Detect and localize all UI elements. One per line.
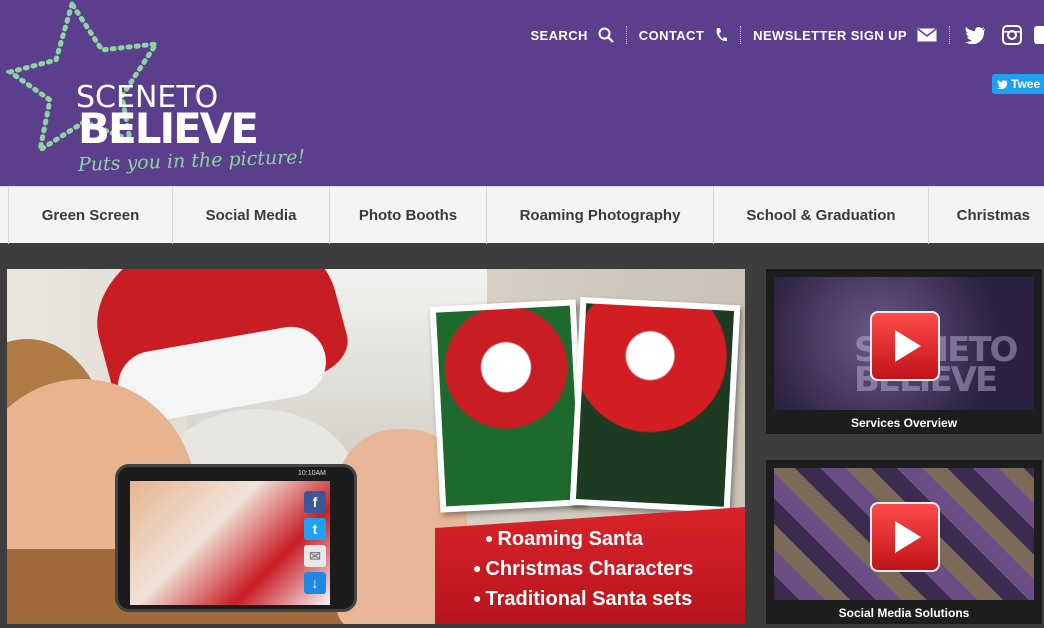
tweet-label: Twee: [1011, 77, 1041, 91]
email-icon: ✉: [304, 545, 326, 567]
services-banner: Roaming Santa Christmas Characters Tradi…: [435, 507, 745, 624]
utility-nav: SEARCH CONTACT NEWSLETTER SIGN UP: [518, 22, 1044, 48]
instagram-link[interactable]: [994, 25, 1030, 45]
instagram-icon: [1002, 25, 1022, 45]
phone-screen: [130, 481, 330, 605]
santa-photo-dog: [569, 296, 741, 514]
twitter-link[interactable]: [950, 26, 994, 44]
service-item: Traditional Santa sets: [473, 585, 693, 615]
search-label: SEARCH: [530, 27, 588, 43]
phone-icon: [716, 28, 728, 42]
nav-tab-school-graduation[interactable]: School & Graduation: [713, 187, 928, 244]
video-caption: Social Media Solutions: [838, 606, 970, 620]
video-caption: Services Overview: [850, 416, 958, 430]
play-icon[interactable]: [870, 502, 940, 572]
main-navigation: Green Screen Social Media Photo Booths R…: [0, 186, 1044, 244]
video-services-overview[interactable]: SCENETOBELIEVE Services Overview: [766, 269, 1042, 434]
social-icon: [1034, 26, 1044, 44]
search-icon: [598, 27, 614, 43]
nav-tab-christmas[interactable]: Christmas: [928, 187, 1044, 244]
newsletter-link[interactable]: NEWSLETTER SIGN UP: [741, 28, 949, 43]
logo-line2: BELIEVE: [78, 104, 259, 153]
santa-photo-kids: [429, 299, 587, 513]
phone-image: 10:10AM f t ✉ ↓: [115, 464, 357, 612]
facebook-icon: f: [304, 491, 326, 513]
twitter-bird-icon: [997, 79, 1008, 89]
services-list: Roaming Santa Christmas Characters Tradi…: [485, 525, 693, 615]
nav-tab-social-media[interactable]: Social Media: [172, 187, 329, 244]
newsletter-label: NEWSLETTER SIGN UP: [753, 27, 907, 43]
phone-share-icons: f t ✉ ↓: [304, 491, 326, 594]
site-logo[interactable]: SCENETO BELIEVE Puts you in the picture!: [6, 0, 305, 186]
download-icon: ↓: [304, 572, 326, 594]
twitter-icon: [965, 27, 985, 44]
nav-tab-roaming-photography[interactable]: Roaming Photography: [486, 187, 713, 244]
nav-tab-photo-booths[interactable]: Photo Booths: [329, 187, 486, 244]
video-social-media-solutions[interactable]: Social Media Solutions: [766, 460, 1042, 624]
nav-tab-green-screen[interactable]: Green Screen: [8, 187, 172, 244]
service-item: Roaming Santa: [485, 525, 693, 555]
mail-icon: [917, 28, 937, 42]
phone-time: 10:10AM: [297, 470, 326, 477]
twitter-icon: t: [304, 518, 326, 540]
service-item: Christmas Characters: [473, 555, 693, 585]
contact-label: CONTACT: [638, 27, 705, 43]
tweet-button[interactable]: Twee: [992, 74, 1044, 94]
play-icon[interactable]: [870, 311, 940, 381]
contact-link[interactable]: CONTACT: [627, 27, 740, 43]
search-link[interactable]: SEARCH: [518, 27, 625, 43]
hero-banner[interactable]: 10:10AM f t ✉ ↓ Roaming Santa Christmas …: [7, 269, 745, 624]
site-header: SCENETO BELIEVE Puts you in the picture!…: [0, 0, 1044, 186]
more-social-link[interactable]: [1030, 25, 1044, 45]
